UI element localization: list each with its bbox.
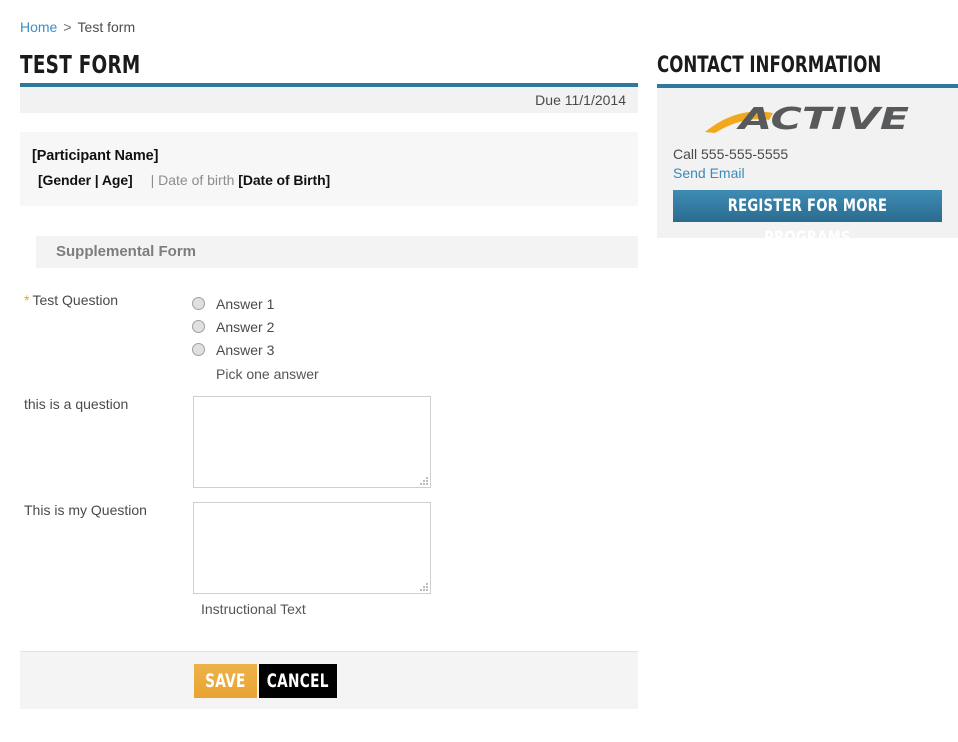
field-test-question: Answer 1 Answer 2 Answer 3 Pick one answ… [192, 292, 638, 382]
required-asterisk: * [24, 292, 30, 308]
breadcrumb: Home > Test form [20, 19, 135, 35]
field-this-is-a-question [192, 396, 638, 488]
contact-phone: Call 555-555-5555 [673, 146, 789, 162]
textarea-wrapper [193, 396, 431, 488]
radio-icon[interactable] [192, 320, 205, 333]
label-this-is-a-question: this is a question [24, 396, 129, 412]
field-this-is-my-question: Instructional Text [192, 502, 638, 617]
breadcrumb-current: Test form [77, 19, 136, 35]
radio-option-1[interactable]: Answer 1 [192, 292, 638, 315]
cancel-button[interactable]: CANCEL [259, 663, 337, 698]
due-date-band: Due 11/1/2014 [20, 87, 638, 113]
page-title: TEST FORM [20, 50, 141, 79]
register-for-more-programs-button[interactable]: REGISTER FOR MORE PROGRAMS [673, 190, 942, 248]
due-date-text: Due 11/1/2014 [535, 92, 626, 108]
participant-dob-label: | Date of birth [150, 172, 235, 188]
send-email-link[interactable]: Send Email [673, 165, 745, 181]
sidebar-title: CONTACT INFORMATION [657, 53, 882, 78]
participant-dob-value: [Date of Birth] [238, 172, 331, 188]
save-button-label: SAVE [205, 669, 246, 692]
save-button[interactable]: SAVE [194, 663, 257, 698]
label-text: Test Question [32, 292, 119, 308]
participant-name: [Participant Name] [32, 148, 159, 164]
active-logo: ACTIVE [673, 102, 942, 137]
radio-icon[interactable] [192, 297, 205, 310]
section-header-supplemental-form: Supplemental Form [36, 236, 638, 268]
participant-details: [Gender | Age] | Date of birth [Date of B… [32, 172, 638, 188]
form-row-test-question: * Test Question Answer 1 Answer 2 Answer … [20, 292, 638, 382]
radio-label: Answer 1 [216, 295, 275, 312]
textarea-this-is-my-question[interactable] [193, 502, 431, 594]
form-action-bar: SAVE CANCEL [20, 651, 638, 709]
label-this-is-my-question: This is my Question [24, 502, 147, 518]
helper-text-instructional: Instructional Text [201, 601, 306, 617]
cancel-button-label: CANCEL [266, 669, 330, 692]
contact-information-panel: CONTACT INFORMATION ACTIVE Call 555-555-… [657, 52, 958, 248]
radio-label: Answer 3 [216, 341, 275, 358]
form-row-this-is-my-question: This is my Question Instructional Text [20, 502, 638, 617]
form-fields: * Test Question Answer 1 Answer 2 Answer … [20, 292, 638, 617]
svg-text:ACTIVE: ACTIVE [735, 102, 909, 136]
participant-info-block: [Participant Name] [Gender | Age] | Date … [20, 132, 638, 206]
breadcrumb-separator: > [63, 19, 72, 35]
main-content: TEST FORM Due 11/1/2014 [Participant Nam… [20, 52, 638, 709]
textarea-wrapper [193, 502, 431, 594]
helper-text-pick-one: Pick one answer [216, 366, 319, 382]
radio-option-3[interactable]: Answer 3 [192, 338, 638, 361]
radio-label: Answer 2 [216, 318, 275, 335]
sidebar-body: ACTIVE Call 555-555-5555 Send Email REGI… [657, 88, 958, 248]
active-logo-icon: ACTIVE [704, 102, 909, 137]
breadcrumb-home-link[interactable]: Home [20, 19, 57, 35]
register-button-label: REGISTER FOR MORE PROGRAMS [727, 196, 888, 248]
form-row-this-is-a-question: this is a question [20, 396, 638, 488]
participant-gender-age: [Gender | Age] [38, 172, 133, 188]
radio-icon[interactable] [192, 343, 205, 356]
textarea-this-is-a-question[interactable] [193, 396, 431, 488]
section-title: Supplemental Form [56, 243, 197, 260]
label-test-question: * Test Question [20, 292, 192, 308]
radio-option-2[interactable]: Answer 2 [192, 315, 638, 338]
